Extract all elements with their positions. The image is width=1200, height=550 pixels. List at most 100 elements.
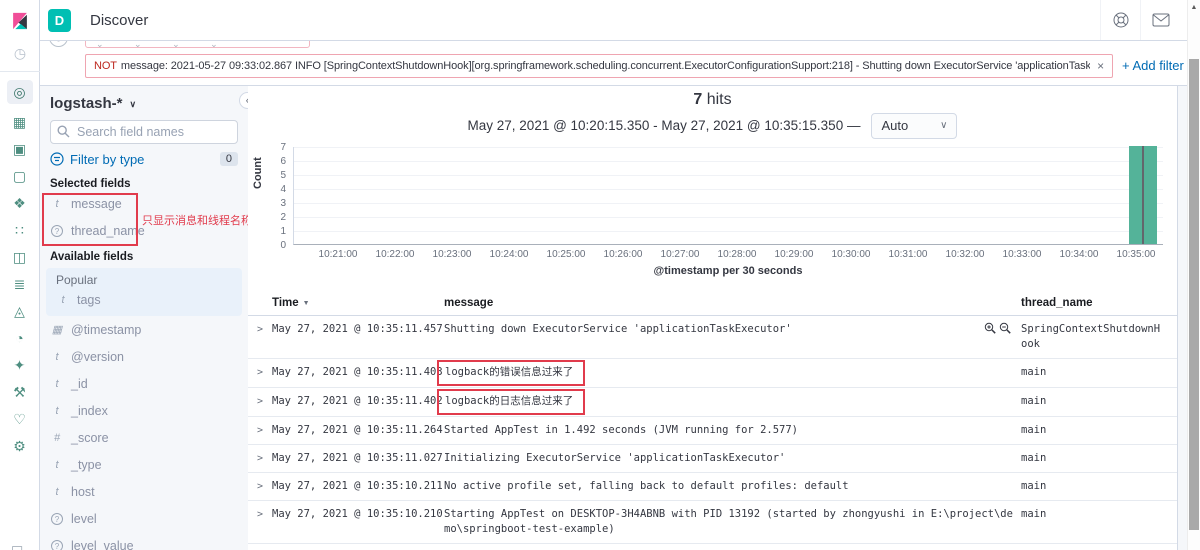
- nav-siem-icon[interactable]: ✦: [7, 356, 33, 374]
- expand-row-icon[interactable]: >: [252, 322, 272, 352]
- collapse-nav-icon[interactable]: ▭: [11, 540, 23, 550]
- expand-row-icon[interactable]: >: [252, 507, 272, 537]
- scroll-up-arrow-icon[interactable]: ▲: [1188, 0, 1200, 11]
- field-name: @timestamp: [71, 323, 141, 337]
- field-tags[interactable]: ttags: [52, 287, 236, 313]
- cell-thread-name: SpringContextShutdownHook: [1021, 322, 1169, 352]
- kibana-logo[interactable]: [0, 0, 40, 42]
- nav-machine-learning-icon[interactable]: ∷: [7, 221, 33, 239]
- unknown-type-icon: ?: [51, 225, 63, 237]
- unknown-type-icon: ?: [51, 513, 63, 525]
- popular-fields-list: ttags: [52, 287, 236, 313]
- time-range-row: May 27, 2021 @ 10:20:15.350 - May 27, 20…: [248, 112, 1177, 139]
- cell-time: May 27, 2021 @ 10:35:11.457: [272, 322, 444, 352]
- chevron-down-icon: ∨: [940, 120, 947, 131]
- plot-area: [293, 147, 1163, 245]
- nav-logs-icon[interactable]: ≣: [7, 275, 33, 293]
- nav-canvas-icon[interactable]: ▢: [7, 167, 33, 185]
- field-@timestamp[interactable]: ▦@timestamp: [50, 316, 238, 343]
- filter-negate-label: NOT: [94, 60, 117, 72]
- x-axis-tick: 10:28:00: [709, 249, 765, 260]
- interval-value: Auto: [881, 118, 908, 133]
- message-text: Shutting down ExecutorService 'applicati…: [444, 323, 792, 335]
- histogram-chart: Count @timestamp per 30 seconds 76543210…: [248, 141, 1177, 279]
- cell-time: May 27, 2021 @ 10:35:11.027: [272, 451, 444, 466]
- string-type-icon: t: [50, 405, 64, 417]
- cell-time: May 27, 2021 @ 10:35:11.264: [272, 423, 444, 438]
- x-axis-tick: 10:27:00: [652, 249, 708, 260]
- histogram-bar[interactable]: [1129, 146, 1157, 244]
- message-text: Initializing ExecutorService 'applicatio…: [444, 452, 785, 464]
- nav-dashboard-icon[interactable]: ▣: [7, 140, 33, 158]
- field-_score[interactable]: #_score: [50, 424, 238, 451]
- x-axis-tick: 10:33:00: [994, 249, 1050, 260]
- hits-count: 7: [693, 91, 702, 108]
- nav-apm-icon[interactable]: ◬: [7, 302, 33, 320]
- add-filter-button[interactable]: + Add filter: [1122, 58, 1184, 73]
- doc-table-row: >May 27, 2021 @ 10:35:11.402logback的日志信息…: [248, 388, 1177, 417]
- field-name: message: [71, 197, 122, 211]
- y-axis-tick: 5: [248, 170, 286, 181]
- cell-message: No active profile set, falling back to d…: [444, 479, 1021, 494]
- feedback-button[interactable]: [1140, 0, 1180, 40]
- field-@version[interactable]: t@version: [50, 343, 238, 370]
- field-name: _id: [71, 377, 88, 391]
- string-type-icon: t: [50, 459, 64, 471]
- expand-row-icon[interactable]: >: [252, 365, 272, 381]
- nav-visualize-icon[interactable]: ▦: [7, 113, 33, 131]
- nav-management-icon[interactable]: ⚙: [7, 437, 33, 455]
- y-axis-tick: 0: [248, 240, 286, 251]
- field-level[interactable]: ?level: [50, 505, 238, 532]
- expand-row-icon[interactable]: >: [252, 479, 272, 494]
- message-text: Starting AppTest on DESKTOP-3H4ABNB with…: [444, 508, 1013, 535]
- x-axis-label: @timestamp per 30 seconds: [293, 265, 1163, 277]
- field-host[interactable]: thost: [50, 478, 238, 505]
- expand-row-icon[interactable]: >: [252, 451, 272, 466]
- column-header-message[interactable]: message: [444, 293, 1021, 315]
- field-level_value[interactable]: ?level_value: [50, 532, 238, 550]
- y-axis-tick: 6: [248, 156, 286, 167]
- hits-summary: 7 hits: [248, 86, 1177, 111]
- remove-filter-icon[interactable]: ×: [1097, 59, 1104, 73]
- filter-by-type-button[interactable]: Filter by type: [50, 152, 144, 167]
- kibana-discover-page: ◷ ◎▦▣▢❖∷◫≣◬◔✦⚒♡⚙ ▭ D Discover ◷: [0, 0, 1200, 550]
- expand-row-icon[interactable]: >: [252, 394, 272, 410]
- cell-message: logback的错误信息过来了: [444, 365, 1021, 381]
- nav-stack-monitoring-icon[interactable]: ♡: [7, 410, 33, 428]
- zoom-in-icon[interactable]: [984, 322, 996, 339]
- field-_type[interactable]: t_type: [50, 451, 238, 478]
- field-search-input[interactable]: [50, 120, 238, 144]
- available-fields-list: ▦@timestampt@versiont_idt_index#_scoret_…: [50, 316, 238, 550]
- time-range-end-marker: [1142, 146, 1144, 244]
- hits-label: hits: [707, 91, 732, 108]
- field-_index[interactable]: t_index: [50, 397, 238, 424]
- annotation-box-message: logback的错误信息过来了: [437, 360, 585, 386]
- x-axis-tick: 10:30:00: [823, 249, 879, 260]
- filter-by-type-row: Filter by type 0: [50, 151, 238, 167]
- filter-pill[interactable]: NOT message: 2021-05-27 09:33:02.867 INF…: [85, 54, 1113, 78]
- zoom-out-icon[interactable]: [999, 322, 1011, 339]
- scrollbar[interactable]: ▲: [1187, 0, 1200, 550]
- field-name: @version: [71, 350, 124, 364]
- help-button[interactable]: [1100, 0, 1140, 40]
- column-header-thread[interactable]: thread_name: [1021, 293, 1169, 315]
- message-text: Started AppTest in 1.492 seconds (JVM ru…: [444, 424, 798, 436]
- nav-dev-tools-icon[interactable]: ⚒: [7, 383, 33, 401]
- nav-uptime-icon[interactable]: ◔: [7, 329, 33, 347]
- popular-section: Popular ttags: [46, 268, 242, 316]
- column-header-time[interactable]: Time▼: [272, 293, 444, 315]
- string-type-icon: t: [50, 378, 64, 390]
- recently-viewed-icon[interactable]: ◷: [0, 42, 40, 72]
- interval-select[interactable]: Auto ∨: [871, 113, 957, 139]
- discover-main: 7 hits May 27, 2021 @ 10:20:15.350 - May…: [248, 86, 1178, 550]
- field-_id[interactable]: t _id: [50, 370, 238, 397]
- index-pattern-selector[interactable]: logstash-* ∨: [50, 94, 238, 112]
- cell-message: Initializing ExecutorService 'applicatio…: [444, 451, 1021, 466]
- mail-icon: [1152, 13, 1170, 27]
- nav-metrics-icon[interactable]: ◫: [7, 248, 33, 266]
- scrollbar-thumb[interactable]: [1189, 59, 1199, 530]
- nav-maps-icon[interactable]: ❖: [7, 194, 33, 212]
- nav-discover-icon[interactable]: ◎: [7, 80, 33, 104]
- expand-row-icon[interactable]: >: [252, 423, 272, 438]
- cell-time: May 27, 2021 @ 10:35:11.402: [272, 394, 444, 410]
